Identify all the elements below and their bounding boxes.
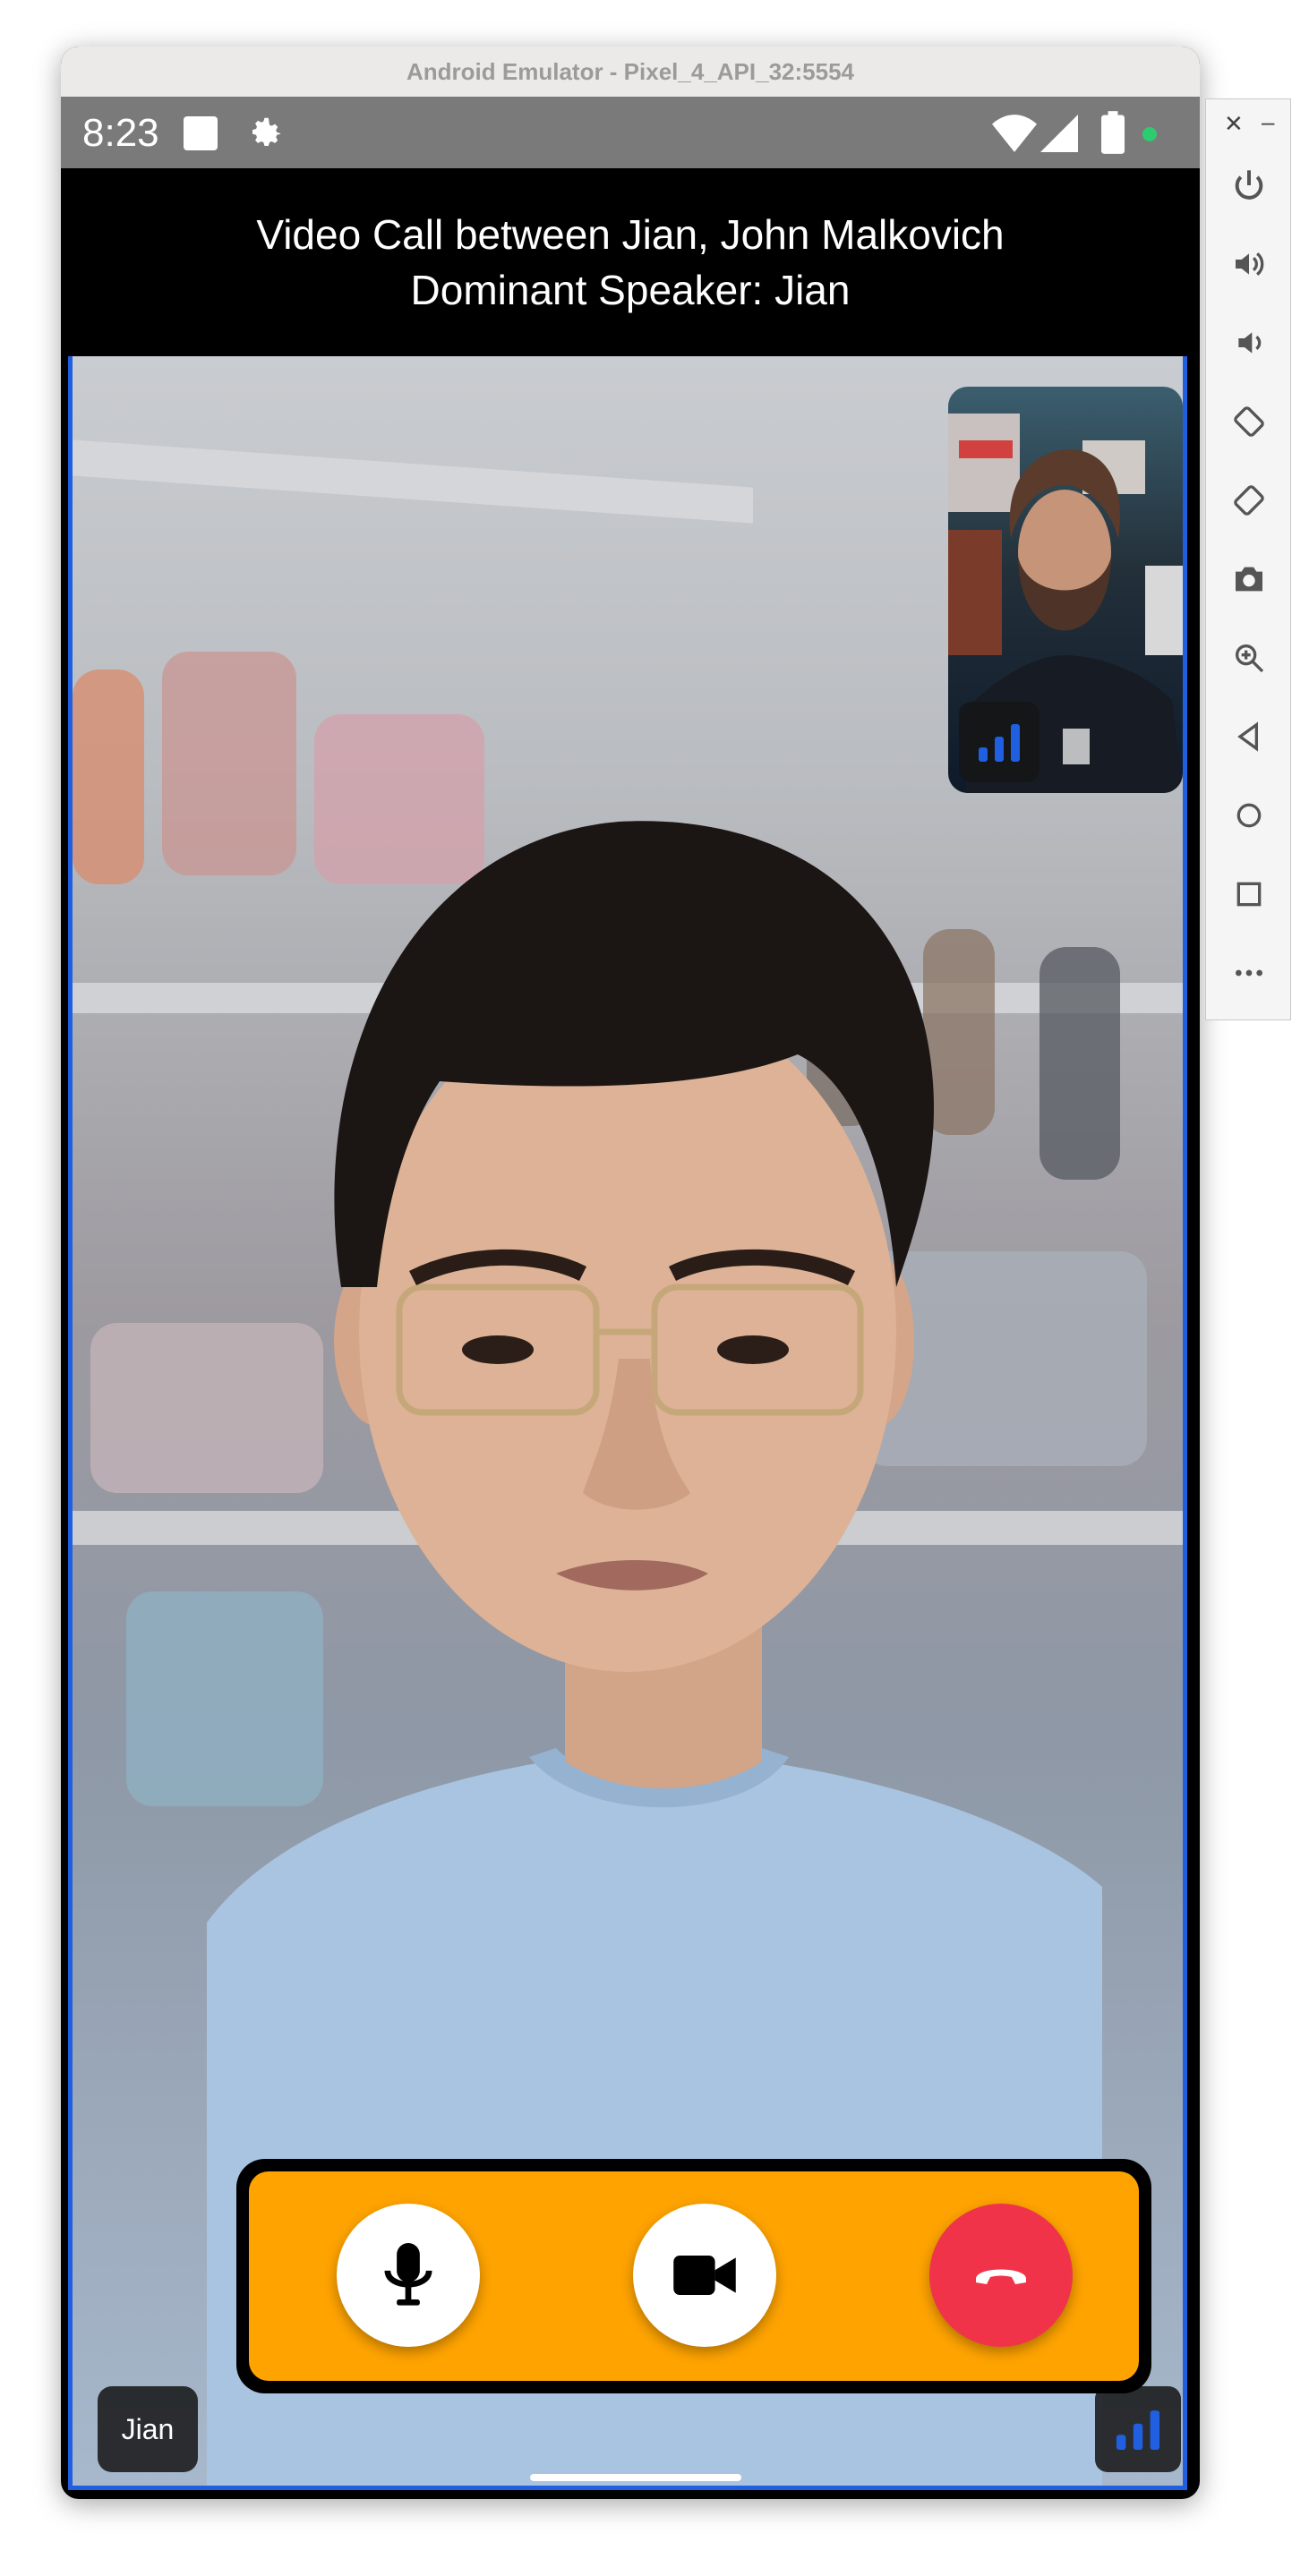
window-title: Android Emulator - Pixel_4_API_32:5554 [406,57,854,85]
home-gesture-bar[interactable] [530,2474,741,2481]
status-bar: 8:23 [61,97,1200,168]
volume-down-icon[interactable] [1226,320,1272,366]
video-camera-icon [673,2256,736,2295]
wifi-icon [992,115,1037,152]
rotate-right-icon[interactable] [1226,477,1272,524]
notification-square-icon [184,116,218,150]
signal-bars-icon [1116,2410,1160,2450]
overview-icon[interactable] [1226,871,1272,917]
more-icon[interactable] [1226,950,1272,996]
call-control-bar [236,2159,1151,2393]
hang-up-icon [976,2269,1026,2284]
settings-gear-icon [252,117,281,146]
zoom-icon[interactable] [1226,635,1272,681]
battery-icon [1101,111,1125,154]
signal-bars-icon [979,724,1020,762]
camera-in-use-dot [1142,127,1157,141]
emulator-window: Android Emulator - Pixel_4_API_32:5554 8… [61,47,1200,2499]
toggle-video-button[interactable] [633,2204,776,2347]
call-header: Video Call between Jian, John Malkovich … [61,168,1200,356]
call-title: Video Call between Jian, John Malkovich [256,211,1005,258]
background-shelf [73,439,753,524]
end-call-button[interactable] [929,2204,1073,2347]
main-network-quality-badge [1095,2386,1181,2472]
window-titlebar: Android Emulator - Pixel_4_API_32:5554 [61,47,1200,98]
status-time: 8:23 [82,111,159,155]
home-icon[interactable] [1226,792,1272,839]
remote-participant-pip[interactable] [948,387,1183,793]
remote-network-quality-badge [959,702,1040,782]
dominant-speaker-label: Dominant Speaker: Jian [410,267,851,313]
participant-name-tag: Jian [98,2386,198,2472]
emulator-side-toolbar: ✕ – [1205,98,1291,1020]
power-icon[interactable] [1226,162,1272,209]
cell-signal-icon [1040,115,1078,152]
mute-mic-button[interactable] [337,2204,480,2347]
background-object [73,670,144,884]
microphone-icon [384,2243,432,2306]
volume-up-icon[interactable] [1226,241,1272,287]
rotate-left-icon[interactable] [1226,398,1272,445]
toolbar-close-icon[interactable]: ✕ [1224,110,1244,138]
camera-icon[interactable] [1226,556,1272,602]
call-control-bar-inner [249,2171,1139,2381]
toolbar-minimize-icon[interactable]: – [1262,108,1274,136]
back-icon[interactable] [1226,713,1272,760]
